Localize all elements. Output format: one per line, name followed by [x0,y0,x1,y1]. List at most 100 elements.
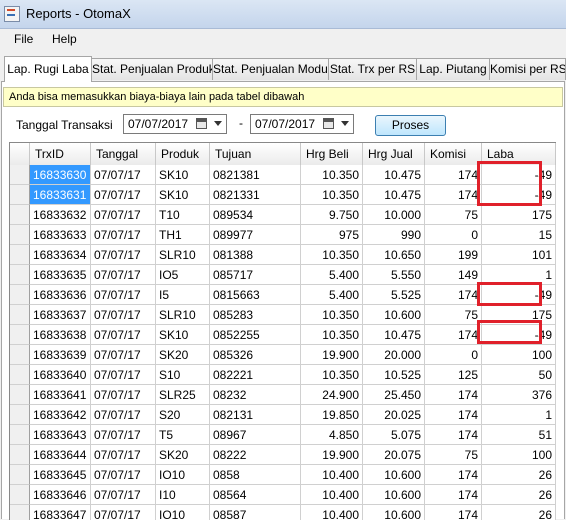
row-header[interactable] [10,265,30,285]
cell-trxid[interactable]: 16833634 [30,245,91,265]
row-header[interactable] [10,465,30,485]
table-row[interactable]: 16833632 07/07/17 T10 089534 9.750 10.000 75 17… [10,205,556,225]
cell-trxid[interactable]: 16833635 [30,265,91,285]
cell-hrg-jual[interactable]: 10.525 [363,365,425,385]
cell-produk[interactable]: SK10 [156,185,210,205]
cell-produk[interactable]: IO10 [156,465,210,485]
cell-trxid[interactable]: 16833640 [30,365,91,385]
table-row[interactable]: 16833640 07/07/17 S10 082221 10.350 10.525 125… [10,365,556,385]
cell-tanggal[interactable]: 07/07/17 [91,225,156,245]
table-row[interactable]: 16833642 07/07/17 S20 082131 19.850 20.025 174… [10,405,556,425]
cell-komisi[interactable]: 75 [425,205,482,225]
cell-komisi[interactable]: 174 [425,285,482,305]
cell-tanggal[interactable]: 07/07/17 [91,505,156,520]
cell-hrg-beli[interactable]: 9.750 [301,205,363,225]
cell-tujuan[interactable]: 0852255 [210,325,301,345]
cell-hrg-beli[interactable]: 19.850 [301,405,363,425]
cell-tujuan[interactable]: 082131 [210,405,301,425]
cell-komisi[interactable]: 174 [425,325,482,345]
cell-tujuan[interactable]: 0821381 [210,165,301,185]
cell-hrg-beli[interactable]: 975 [301,225,363,245]
date-from-picker[interactable]: 07/07/2017 [123,114,227,134]
cell-komisi[interactable]: 174 [425,505,482,520]
cell-laba[interactable]: 50 [482,365,556,385]
column-header-tujuan[interactable]: Tujuan [210,143,301,165]
cell-laba[interactable]: 26 [482,505,556,520]
row-header[interactable] [10,225,30,245]
column-header-komisi[interactable]: Komisi [425,143,482,165]
cell-hrg-jual[interactable]: 5.525 [363,285,425,305]
cell-trxid[interactable]: 16833636 [30,285,91,305]
cell-tujuan[interactable]: 081388 [210,245,301,265]
row-header[interactable] [10,405,30,425]
cell-komisi[interactable]: 174 [425,385,482,405]
cell-laba[interactable]: 100 [482,345,556,365]
cell-hrg-beli[interactable]: 10.400 [301,485,363,505]
cell-tujuan[interactable]: 085717 [210,265,301,285]
table-row[interactable]: 16833633 07/07/17 TH1 089977 975 990 0 15 [10,225,556,245]
cell-tanggal[interactable]: 07/07/17 [91,325,156,345]
row-header[interactable] [10,385,30,405]
cell-trxid[interactable]: 16833637 [30,305,91,325]
cell-produk[interactable]: SLR10 [156,305,210,325]
cell-tujuan[interactable]: 08222 [210,445,301,465]
table-row[interactable]: 16833639 07/07/17 SK20 085326 19.900 20.000 0 1… [10,345,556,365]
cell-hrg-beli[interactable]: 5.400 [301,265,363,285]
tab-komisi-per-rs[interactable]: Komisi per RS [489,58,566,80]
cell-laba[interactable]: 101 [482,245,556,265]
cell-hrg-beli[interactable]: 10.350 [301,165,363,185]
cell-produk[interactable]: IO10 [156,505,210,520]
cell-produk[interactable]: SK20 [156,445,210,465]
cell-tanggal[interactable]: 07/07/17 [91,285,156,305]
table-row[interactable]: 16833635 07/07/17 IO5 085717 5.400 5.550 149 1 [10,265,556,285]
cell-tanggal[interactable]: 07/07/17 [91,205,156,225]
cell-tanggal[interactable]: 07/07/17 [91,405,156,425]
column-header-tanggal[interactable]: Tanggal [91,143,156,165]
cell-trxid[interactable]: 16833631 [30,185,91,205]
cell-komisi[interactable]: 125 [425,365,482,385]
row-header[interactable] [10,305,30,325]
cell-laba[interactable]: 51 [482,425,556,445]
cell-hrg-beli[interactable]: 10.350 [301,185,363,205]
cell-produk[interactable]: SLR25 [156,385,210,405]
cell-trxid[interactable]: 16833645 [30,465,91,485]
menu-help[interactable]: Help [48,32,81,46]
cell-produk[interactable]: S10 [156,365,210,385]
cell-laba[interactable]: 1 [482,405,556,425]
cell-tujuan[interactable]: 082221 [210,365,301,385]
cell-tujuan[interactable]: 089534 [210,205,301,225]
cell-produk[interactable]: I10 [156,485,210,505]
cell-hrg-beli[interactable]: 10.350 [301,325,363,345]
cell-tanggal[interactable]: 07/07/17 [91,305,156,325]
cell-komisi[interactable]: 0 [425,225,482,245]
cell-tujuan[interactable]: 08967 [210,425,301,445]
table-row[interactable]: 16833646 07/07/17 I10 08564 10.400 10.600 174 2… [10,485,556,505]
cell-produk[interactable]: SLR10 [156,245,210,265]
table-row[interactable]: 16833634 07/07/17 SLR10 081388 10.350 10.650 1… [10,245,556,265]
row-header[interactable] [10,245,30,265]
column-header-trxid[interactable]: TrxID [30,143,91,165]
cell-hrg-beli[interactable]: 5.400 [301,285,363,305]
cell-hrg-jual[interactable]: 10.600 [363,465,425,485]
cell-hrg-jual[interactable]: 10.475 [363,325,425,345]
cell-tanggal[interactable]: 07/07/17 [91,385,156,405]
cell-trxid[interactable]: 16833632 [30,205,91,225]
cell-hrg-jual[interactable]: 25.450 [363,385,425,405]
cell-trxid[interactable]: 16833641 [30,385,91,405]
tab-lap-rugi-laba[interactable]: Lap. Rugi Laba [4,56,92,82]
chevron-down-icon[interactable] [214,121,222,126]
row-header[interactable] [10,425,30,445]
table-row[interactable]: 16833631 07/07/17 SK10 0821331 10.350 10.475 1… [10,185,556,205]
cell-hrg-beli[interactable]: 19.900 [301,345,363,365]
cell-laba[interactable]: 376 [482,385,556,405]
cell-tujuan[interactable]: 085283 [210,305,301,325]
cell-hrg-beli[interactable]: 10.350 [301,305,363,325]
row-header[interactable] [10,185,30,205]
table-row[interactable]: 16833636 07/07/17 I5 0815663 5.400 5.525 174 -4… [10,285,556,305]
column-header-hrg-beli[interactable]: Hrg Beli [301,143,363,165]
cell-tanggal[interactable]: 07/07/17 [91,245,156,265]
cell-komisi[interactable]: 149 [425,265,482,285]
cell-tujuan[interactable]: 085326 [210,345,301,365]
cell-tanggal[interactable]: 07/07/17 [91,345,156,365]
cell-laba[interactable]: 26 [482,465,556,485]
